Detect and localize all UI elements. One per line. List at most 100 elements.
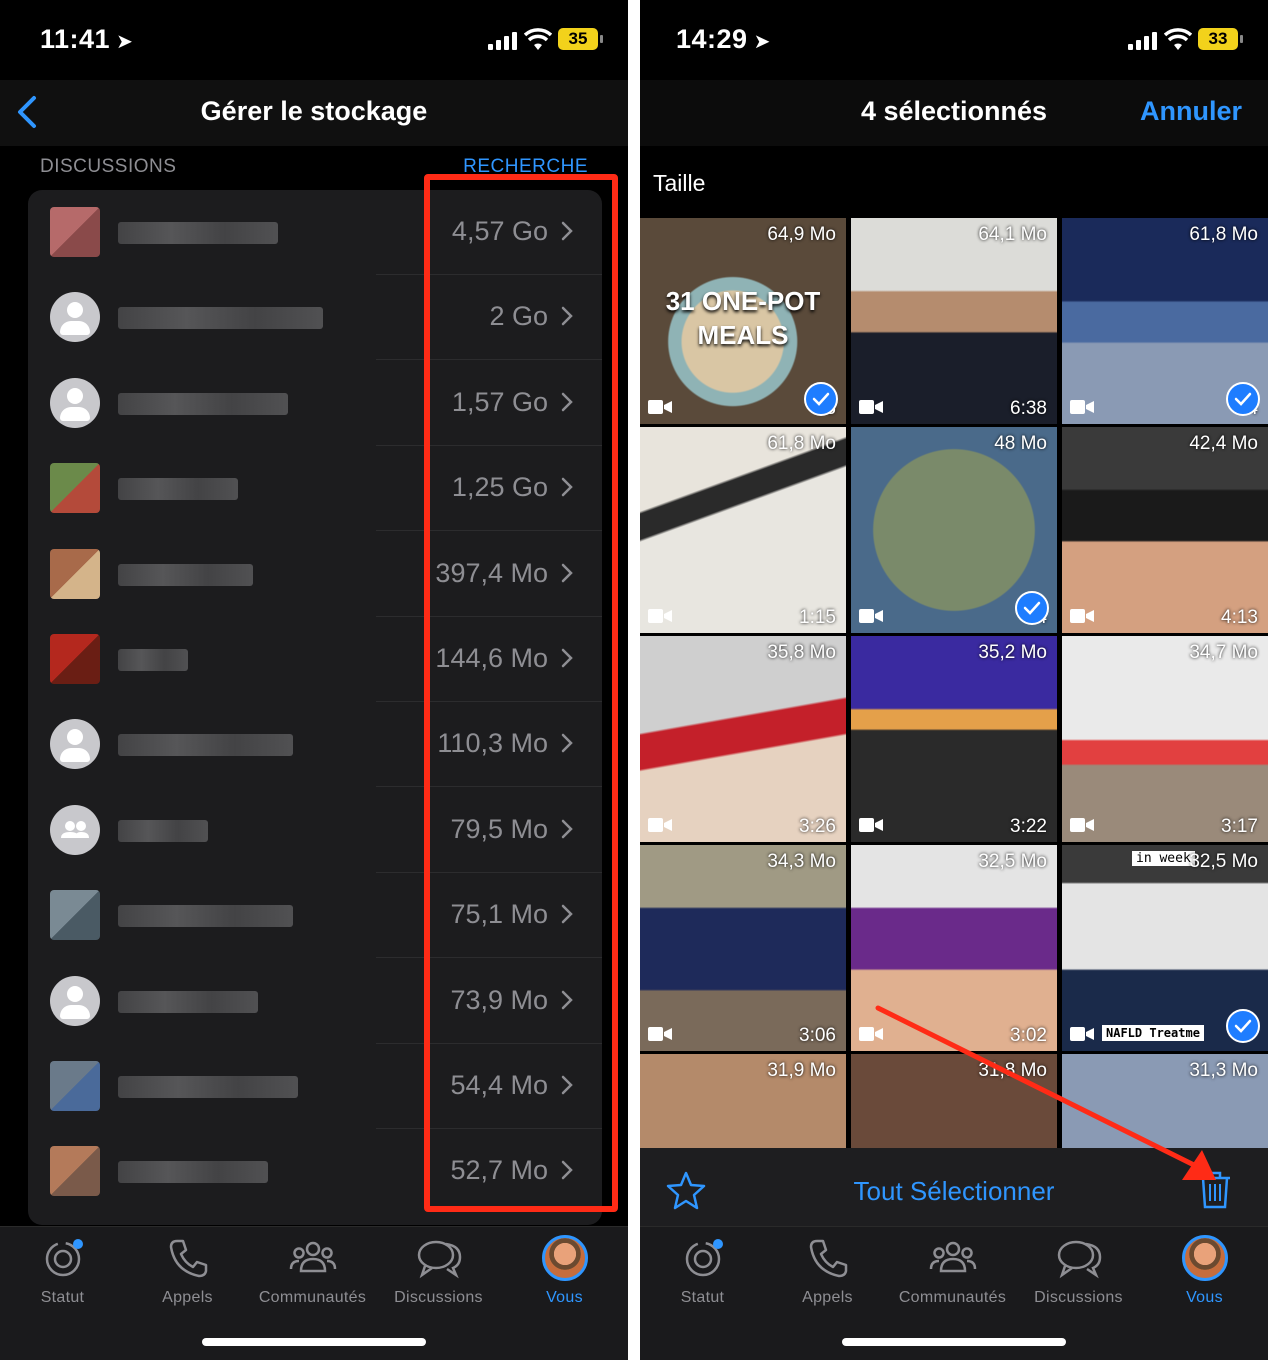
- tab-bar: Statut Appels Communautés Discussions Vo…: [640, 1226, 1268, 1360]
- wifi-icon: [524, 28, 552, 50]
- media-size: 61,8 Mo: [767, 433, 836, 454]
- blurred-contact-name: [118, 990, 258, 1013]
- video-camera-icon: [1070, 818, 1094, 832]
- tab-vous[interactable]: Vous: [502, 1235, 627, 1307]
- status-time: 14:29 ➤: [676, 24, 771, 54]
- tab-bar: Statut Appels Communautés Discussions Vo…: [0, 1226, 628, 1360]
- blurred-contact-name: [118, 222, 278, 244]
- tab-discussions[interactable]: Discussions: [376, 1235, 501, 1307]
- communities-icon: [289, 1241, 336, 1273]
- media-thumbnail[interactable]: 61,8 Mo 1:15: [640, 427, 846, 633]
- media-thumbnail[interactable]: 34,7 Mo 3:17: [1062, 636, 1268, 842]
- cancel-button[interactable]: Annuler: [1140, 96, 1242, 127]
- video-camera-icon: [648, 818, 672, 832]
- nav-header: 4 sélectionnés Annuler: [640, 80, 1268, 146]
- media-size: 48 Mo: [994, 433, 1047, 454]
- chat-bubbles-icon: [417, 1240, 461, 1279]
- check-icon[interactable]: [804, 382, 838, 416]
- media-thumbnail[interactable]: 61,8 Mo4: [1062, 218, 1268, 424]
- default-avatar-icon: [50, 377, 100, 428]
- check-icon[interactable]: [1015, 591, 1049, 625]
- media-size: 35,8 Mo: [767, 642, 836, 663]
- video-camera-icon: [859, 818, 883, 832]
- tab-appels[interactable]: Appels: [125, 1235, 250, 1307]
- blurred-contact-name: [118, 905, 293, 928]
- media-duration: 4:13: [1221, 607, 1258, 628]
- default-avatar-icon: [50, 975, 100, 1026]
- media-duration: 3:06: [799, 1025, 836, 1046]
- avatar: [1181, 1235, 1228, 1281]
- signal-icon: [488, 32, 518, 50]
- sort-label: Taille: [653, 170, 706, 196]
- page-title: Gérer le stockage: [200, 96, 428, 126]
- battery-icon: 33: [1198, 28, 1243, 50]
- check-icon[interactable]: [1226, 382, 1260, 416]
- status-icon: [45, 1239, 83, 1277]
- video-camera-icon: [1070, 400, 1094, 414]
- location-arrow-icon: ➤: [753, 31, 771, 53]
- tab-statut[interactable]: Statut: [640, 1235, 765, 1307]
- blurred-contact-name: [118, 819, 208, 842]
- avatar: [541, 1235, 588, 1281]
- media-duration: 3:22: [1010, 816, 1047, 837]
- media-thumbnail[interactable]: 64,1 Mo 6:38: [851, 218, 1057, 424]
- media-duration: 3:17: [1221, 816, 1258, 837]
- tab-label: Appels: [162, 1289, 213, 1306]
- communities-icon: [929, 1241, 976, 1273]
- location-arrow-icon: ➤: [116, 31, 134, 53]
- tab-communautes[interactable]: Communautés: [250, 1235, 375, 1307]
- status-icon: [685, 1239, 723, 1277]
- tab-label: Vous: [546, 1289, 583, 1306]
- tab-statut[interactable]: Statut: [0, 1235, 125, 1307]
- avatar: [50, 548, 100, 599]
- left-screen: 11:41 ➤ 35 Gérer le stockage DISCUSSIONS …: [0, 0, 628, 1360]
- media-size: 34,7 Mo: [1189, 642, 1258, 663]
- media-thumbnail[interactable]: 31,9 Mo: [640, 1054, 846, 1148]
- tab-label: Discussions: [1034, 1289, 1123, 1306]
- blurred-contact-name: [118, 563, 253, 586]
- media-thumbnail[interactable]: 34,3 Mo 3:06: [640, 845, 846, 1051]
- status-time: 11:41 ➤: [40, 24, 134, 54]
- blurred-contact-name: [118, 1161, 268, 1184]
- thumbnail-tag: in week: [1132, 851, 1195, 866]
- avatar: [50, 207, 100, 257]
- video-camera-icon: [648, 400, 672, 414]
- avatar: [50, 1146, 100, 1197]
- group-avatar-icon: [50, 804, 100, 855]
- media-thumbnail[interactable]: 35,8 Mo 3:26: [640, 636, 846, 842]
- media-thumbnail[interactable]: 48 Mo4: [851, 427, 1057, 633]
- media-size: 32,5 Mo: [1189, 851, 1258, 872]
- media-duration: 3:26: [799, 816, 836, 837]
- video-camera-icon: [1070, 609, 1094, 623]
- media-size: 61,8 Mo: [1189, 224, 1258, 245]
- phone-icon: [169, 1239, 207, 1278]
- phone-icon: [809, 1239, 847, 1278]
- blurred-contact-name: [118, 478, 238, 501]
- default-avatar-icon: [50, 292, 100, 343]
- tab-label: Communautés: [898, 1289, 1007, 1306]
- avatar: [50, 634, 100, 684]
- home-indicator: [842, 1338, 1066, 1346]
- tab-label: Statut: [680, 1289, 725, 1306]
- media-thumbnail[interactable]: 31 ONE-POT MEALS64,9 Mo18: [640, 218, 846, 424]
- right-screen: 14:29 ➤ 33 4 sélectionnés Annuler Taille …: [640, 0, 1268, 1360]
- tab-vous[interactable]: Vous: [1142, 1235, 1267, 1307]
- tab-label: Discussions: [394, 1289, 483, 1306]
- thumbnail-caption: 31 ONE-POT MEALS: [665, 286, 821, 350]
- avatar: [50, 890, 100, 941]
- tab-discussions[interactable]: Discussions: [1016, 1235, 1141, 1307]
- blurred-contact-name: [118, 392, 288, 415]
- tab-label: Vous: [1186, 1289, 1223, 1306]
- nav-header: Gérer le stockage: [0, 80, 628, 146]
- tab-appels[interactable]: Appels: [765, 1235, 890, 1307]
- media-duration: 6:38: [1010, 398, 1047, 419]
- tab-communautes[interactable]: Communautés: [890, 1235, 1015, 1307]
- video-camera-icon: [859, 609, 883, 623]
- media-thumbnail[interactable]: 42,4 Mo 4:13: [1062, 427, 1268, 633]
- media-size: 64,9 Mo: [767, 224, 836, 245]
- avatar: [50, 1061, 100, 1111]
- avatar: [50, 463, 100, 514]
- home-indicator: [202, 1338, 426, 1346]
- default-avatar-icon: [50, 719, 100, 770]
- media-thumbnail[interactable]: 35,2 Mo 3:22: [851, 636, 1057, 842]
